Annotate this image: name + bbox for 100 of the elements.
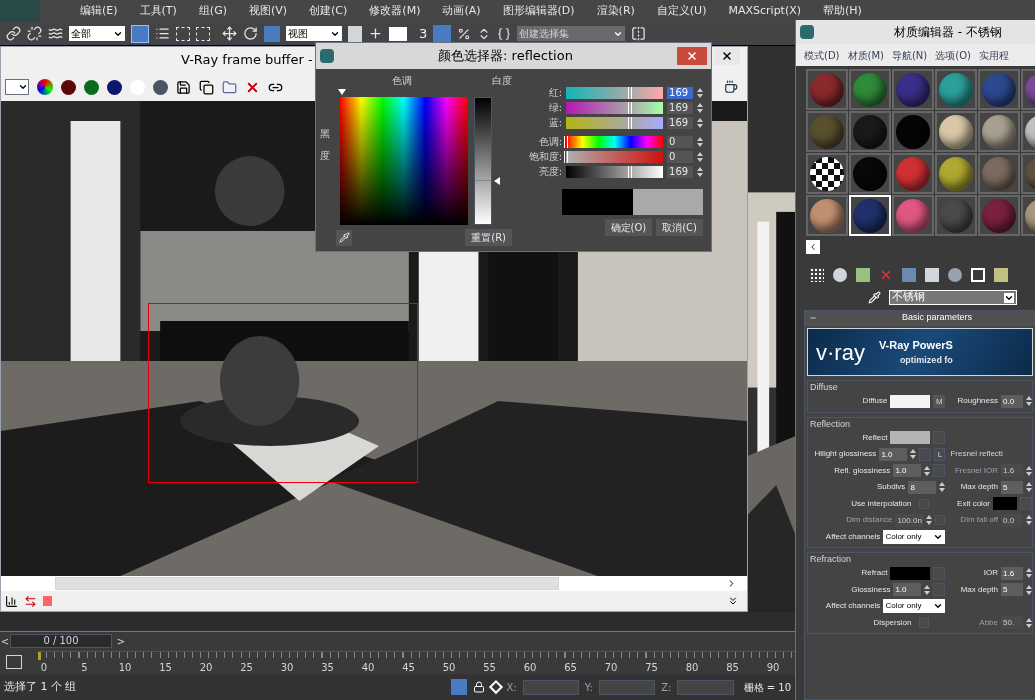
map-button[interactable]: M	[933, 394, 946, 408]
transform-icon[interactable]	[488, 680, 503, 694]
menu-item[interactable]: 实用程	[978, 47, 1009, 63]
slider-thumb[interactable]	[564, 135, 569, 148]
material-name-field[interactable]: 不锈钢	[889, 290, 1017, 305]
menu-item[interactable]: 组(G)	[198, 2, 227, 20]
assign-material-icon[interactable]	[833, 268, 847, 282]
dropdown[interactable]: Color only	[883, 599, 946, 614]
spinner-arrows-icon[interactable]	[1026, 482, 1032, 493]
menu-item[interactable]: 图形编辑器(D)	[502, 2, 575, 20]
menu-item[interactable]: 动画(A)	[442, 2, 481, 20]
menu-item[interactable]: 视图(V)	[248, 2, 288, 20]
slider-thumb[interactable]	[628, 86, 633, 99]
channel-slider[interactable]	[566, 116, 664, 129]
close-icon[interactable]	[721, 50, 733, 62]
dropdown[interactable]: 视图	[286, 26, 342, 41]
scrollbar-thumb[interactable]	[55, 577, 559, 590]
number-field[interactable]: 0	[667, 135, 693, 148]
reset-button[interactable]: 重置(R)	[465, 229, 512, 246]
menu-item[interactable]: 模式(D)	[804, 47, 840, 63]
number-field[interactable]: 1.6	[1001, 566, 1023, 580]
save-icon[interactable]	[176, 79, 191, 95]
slider-thumb[interactable]	[564, 150, 569, 163]
menu-item[interactable]: 材质(M)	[847, 47, 884, 63]
named-selection-field[interactable]: 创建选择集	[517, 26, 626, 41]
dropdown[interactable]	[5, 79, 29, 95]
lock-icon[interactable]	[472, 681, 485, 693]
slider-thumb[interactable]	[628, 101, 633, 114]
cup-icon[interactable]	[724, 80, 738, 94]
dropdown[interactable]: 全部	[69, 26, 125, 41]
rectangle-select-icon[interactable]	[176, 26, 190, 41]
link-icon[interactable]	[6, 26, 21, 41]
spinner-arrows-icon[interactable]	[924, 465, 931, 476]
menu-item[interactable]: 修改器(M)	[369, 2, 421, 20]
next-frame-button[interactable]: >	[114, 634, 128, 649]
prev-frame-button[interactable]: <	[0, 633, 10, 649]
time-slider-thumb[interactable]: 0 / 100	[10, 634, 112, 648]
number-field[interactable]: 169	[667, 86, 693, 99]
unlink-icon[interactable]	[27, 26, 42, 41]
menu-item[interactable]: 渲染(R)	[596, 2, 635, 20]
spinner-arrows-icon[interactable]	[1026, 617, 1032, 628]
color-swatch[interactable]	[993, 497, 1017, 511]
menu-item[interactable]: 选项(O)	[935, 47, 971, 63]
expand-icon[interactable]	[727, 595, 739, 607]
color-wheel-icon[interactable]	[37, 79, 53, 95]
number-field[interactable]: 169	[667, 116, 693, 129]
percent-snap-icon[interactable]	[457, 26, 472, 41]
caret-icon[interactable]	[1004, 292, 1014, 303]
time-marker[interactable]	[38, 652, 41, 660]
align-icon[interactable]	[389, 26, 407, 41]
color-swatch[interactable]	[890, 566, 931, 580]
menu-item[interactable]: 工具(T)	[139, 2, 177, 20]
eyedropper-icon[interactable]	[868, 291, 881, 304]
spinner-arrows-icon[interactable]	[939, 482, 946, 493]
number-field[interactable]: 5	[1001, 480, 1023, 494]
menu-item[interactable]: 导航(N)	[891, 47, 928, 63]
channel-slider[interactable]	[566, 135, 664, 148]
number-field[interactable]: 1.0	[879, 447, 908, 461]
pivot-icon[interactable]	[348, 25, 362, 42]
list-icon[interactable]	[155, 26, 170, 41]
spinner-arrows-icon[interactable]	[697, 166, 703, 177]
y-field[interactable]	[599, 679, 656, 695]
track-bar-icon[interactable]	[6, 655, 22, 669]
snap-toggle[interactable]: 3	[419, 23, 428, 44]
spinner-arrows-icon[interactable]	[910, 449, 917, 460]
channel-slider[interactable]	[566, 165, 664, 178]
menu-item[interactable]: 自定义(U)	[656, 2, 707, 20]
delete-icon[interactable]	[879, 268, 893, 282]
channel-slider[interactable]	[566, 150, 664, 163]
whiteness-marker-icon[interactable]	[494, 177, 500, 186]
number-field[interactable]: 1.0	[893, 583, 922, 597]
spinner-arrows-icon[interactable]	[1026, 465, 1032, 476]
x-field[interactable]	[522, 679, 579, 695]
hue-blackness-grid[interactable]	[340, 97, 468, 225]
checkbox[interactable]	[919, 498, 930, 509]
menu-item[interactable]: 编辑(E)	[80, 2, 118, 20]
spinner-arrows-icon[interactable]	[1026, 584, 1032, 595]
channel-slider[interactable]	[566, 101, 664, 114]
monochrome-icon[interactable]	[153, 79, 168, 95]
spinner-arrows-icon[interactable]	[1026, 515, 1032, 526]
mirror-icon[interactable]	[631, 26, 647, 41]
spinner-arrows-icon[interactable]	[697, 102, 703, 113]
number-field[interactable]: 0.0	[1001, 394, 1023, 408]
spinner-arrows-icon[interactable]	[697, 87, 703, 98]
number-field[interactable]: 169	[667, 101, 693, 114]
number-field[interactable]: 8	[908, 480, 937, 494]
number-field[interactable]: 169	[667, 165, 693, 178]
menu-item[interactable]: 帮助(H)	[823, 2, 862, 20]
number-field[interactable]: 5	[1001, 583, 1023, 597]
histogram-icon[interactable]	[5, 594, 18, 608]
axis-icon[interactable]	[368, 26, 383, 41]
spinner-arrows-icon[interactable]	[1026, 396, 1032, 407]
color-swatch[interactable]	[890, 394, 931, 408]
id-channel-icon[interactable]	[971, 268, 985, 282]
channel-slider[interactable]	[566, 86, 664, 99]
number-field[interactable]: 0	[667, 150, 693, 163]
color-swatch[interactable]	[890, 431, 931, 445]
copy-icon[interactable]	[199, 79, 214, 95]
spinner-arrows-icon[interactable]	[697, 136, 703, 147]
rotate-icon[interactable]	[243, 26, 258, 41]
